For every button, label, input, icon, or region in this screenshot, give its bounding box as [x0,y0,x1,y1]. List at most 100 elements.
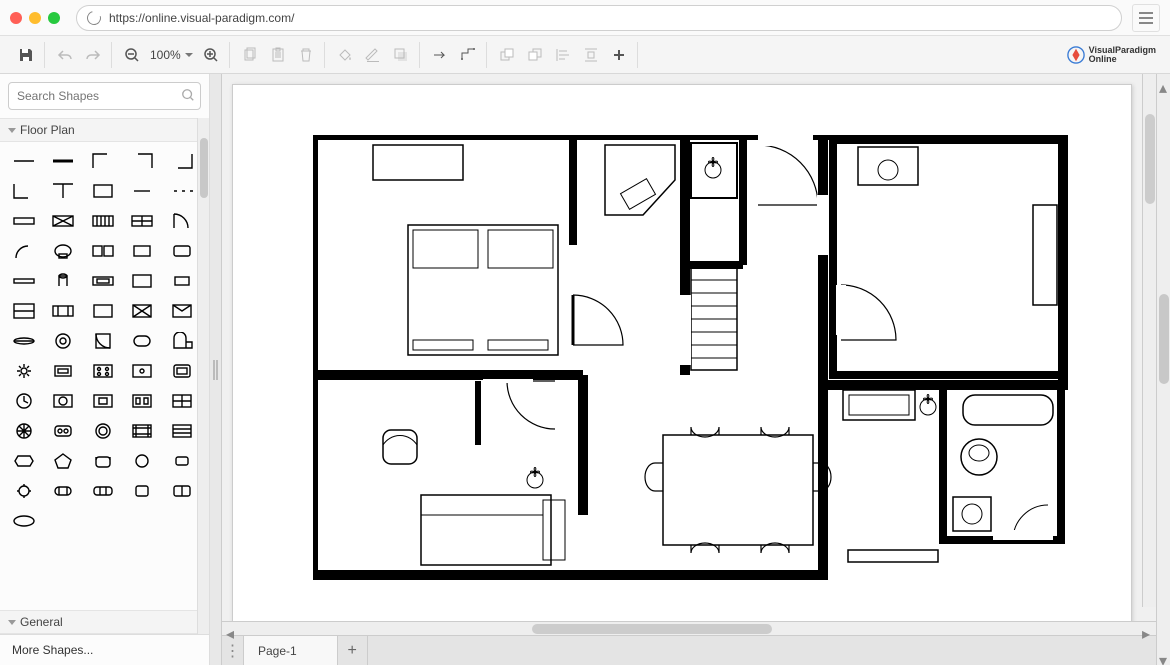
sidebar-section-general[interactable]: General [0,610,209,634]
browser-menu-button[interactable] [1132,4,1160,32]
scrollbar-thumb[interactable] [200,138,208,198]
sidebar-scrollbar[interactable] [197,118,209,634]
distribute-button[interactable] [579,43,603,67]
scrollbar-thumb[interactable] [532,624,772,634]
to-back-button[interactable] [523,43,547,67]
shape-rect-outline[interactable] [91,302,115,320]
delete-button[interactable] [294,43,318,67]
shape-bar[interactable] [12,272,36,290]
floorplan-drawing[interactable] [313,135,1073,590]
undo-button[interactable] [53,43,77,67]
shape-table-small[interactable] [170,452,194,470]
page-tab-1[interactable]: Page-1 [244,636,338,665]
shape-rect-grid[interactable] [130,212,154,230]
shape-wall-horizontal[interactable] [12,152,36,170]
redo-button[interactable] [81,43,105,67]
shape-tv-stand[interactable] [91,272,115,290]
shape-ellipse[interactable] [12,512,36,530]
scroll-right-icon[interactable]: ▸ [1142,624,1152,634]
connection-style-button[interactable] [428,43,452,67]
sidebar-section-floorplan[interactable]: Floor Plan [0,118,209,142]
sidebar-splitter[interactable] [210,74,222,665]
add-shape-button[interactable] [607,43,631,67]
fill-color-button[interactable] [333,43,357,67]
scroll-down-icon[interactable]: ▾ [1159,651,1169,661]
shadow-button[interactable] [389,43,413,67]
shape-rounded[interactable] [130,332,154,350]
shape-pentagon[interactable] [51,452,75,470]
shape-fan[interactable] [12,422,36,440]
shape-rect2[interactable] [170,242,194,260]
scroll-up-icon[interactable]: ▴ [1159,78,1169,88]
shape-oval-line[interactable] [12,332,36,350]
shape-monitor[interactable] [170,362,194,380]
shape-toilet[interactable] [51,242,75,260]
shape-rect-x[interactable] [130,302,154,320]
shape-single[interactable] [130,482,154,500]
line-color-button[interactable] [361,43,385,67]
shape-loveseat[interactable] [91,482,115,500]
align-button[interactable] [551,43,575,67]
shape-corner-tl[interactable] [91,152,115,170]
shape-cooktop[interactable] [91,362,115,380]
more-shapes-button[interactable]: More Shapes... [0,634,209,665]
shape-speaker[interactable] [51,422,75,440]
reload-icon[interactable] [84,8,103,27]
shape-ottoman[interactable] [130,452,154,470]
canvas-horizontal-scrollbar[interactable]: ◂ ▸ [222,621,1156,635]
shape-double-rect[interactable] [91,242,115,260]
brand-logo[interactable]: VisualParadigm Online [1067,46,1156,64]
shape-sofa-chair[interactable] [91,452,115,470]
shape-oven[interactable] [91,392,115,410]
shape-meter[interactable] [51,392,75,410]
shape-piano[interactable] [170,332,194,350]
shape-switch[interactable] [130,362,154,380]
scrollbar-thumb[interactable] [1159,294,1169,384]
shape-line-short[interactable] [130,182,154,200]
shape-rect4[interactable] [170,272,194,290]
shape-t-junction[interactable] [51,182,75,200]
shape-ring[interactable] [91,422,115,440]
shape-rect-thin[interactable] [12,212,36,230]
shape-door-rect[interactable] [91,332,115,350]
shape-square-open[interactable] [91,182,115,200]
zoom-in-button[interactable] [199,43,223,67]
shape-control[interactable] [130,392,154,410]
search-shapes-input[interactable] [8,82,201,110]
zoom-out-button[interactable] [120,43,144,67]
shape-box-stack[interactable] [51,362,75,380]
shape-door-arc[interactable] [170,212,194,230]
canvas-vertical-scrollbar[interactable] [1142,74,1156,607]
shape-vent[interactable] [130,422,154,440]
shape-line-dash[interactable] [170,182,194,200]
shape-grill[interactable] [170,422,194,440]
shape-hex[interactable] [12,452,36,470]
shape-double[interactable] [170,482,194,500]
paste-button[interactable] [266,43,290,67]
shape-rect3[interactable] [130,272,154,290]
shape-rect-hatch[interactable] [51,212,75,230]
to-front-button[interactable] [495,43,519,67]
shape-corner-br[interactable] [170,152,194,170]
zoom-level-dropdown[interactable]: 100% [148,48,195,62]
canvas-viewport[interactable] [222,74,1156,621]
right-scroll-rail[interactable]: ▴ ▾ [1156,74,1170,665]
shape-armchair[interactable] [51,482,75,500]
shape-shelf[interactable] [12,302,36,320]
copy-button[interactable] [238,43,262,67]
close-window-button[interactable] [10,12,22,24]
shape-panel[interactable] [170,392,194,410]
canvas-page[interactable] [232,84,1132,621]
scrollbar-thumb[interactable] [1145,114,1155,204]
shape-rect[interactable] [130,242,154,260]
minimize-window-button[interactable] [29,12,41,24]
add-page-button[interactable]: + [338,636,368,665]
shape-rect-hatch2[interactable] [91,212,115,230]
shape-clock[interactable] [51,332,75,350]
scroll-left-icon[interactable]: ◂ [226,624,236,634]
shape-wall-vertical[interactable] [51,152,75,170]
shape-mail[interactable] [170,302,194,320]
shape-arc-quarter[interactable] [12,242,36,260]
shape-corner-bl[interactable] [12,182,36,200]
shape-lamp[interactable] [51,272,75,290]
